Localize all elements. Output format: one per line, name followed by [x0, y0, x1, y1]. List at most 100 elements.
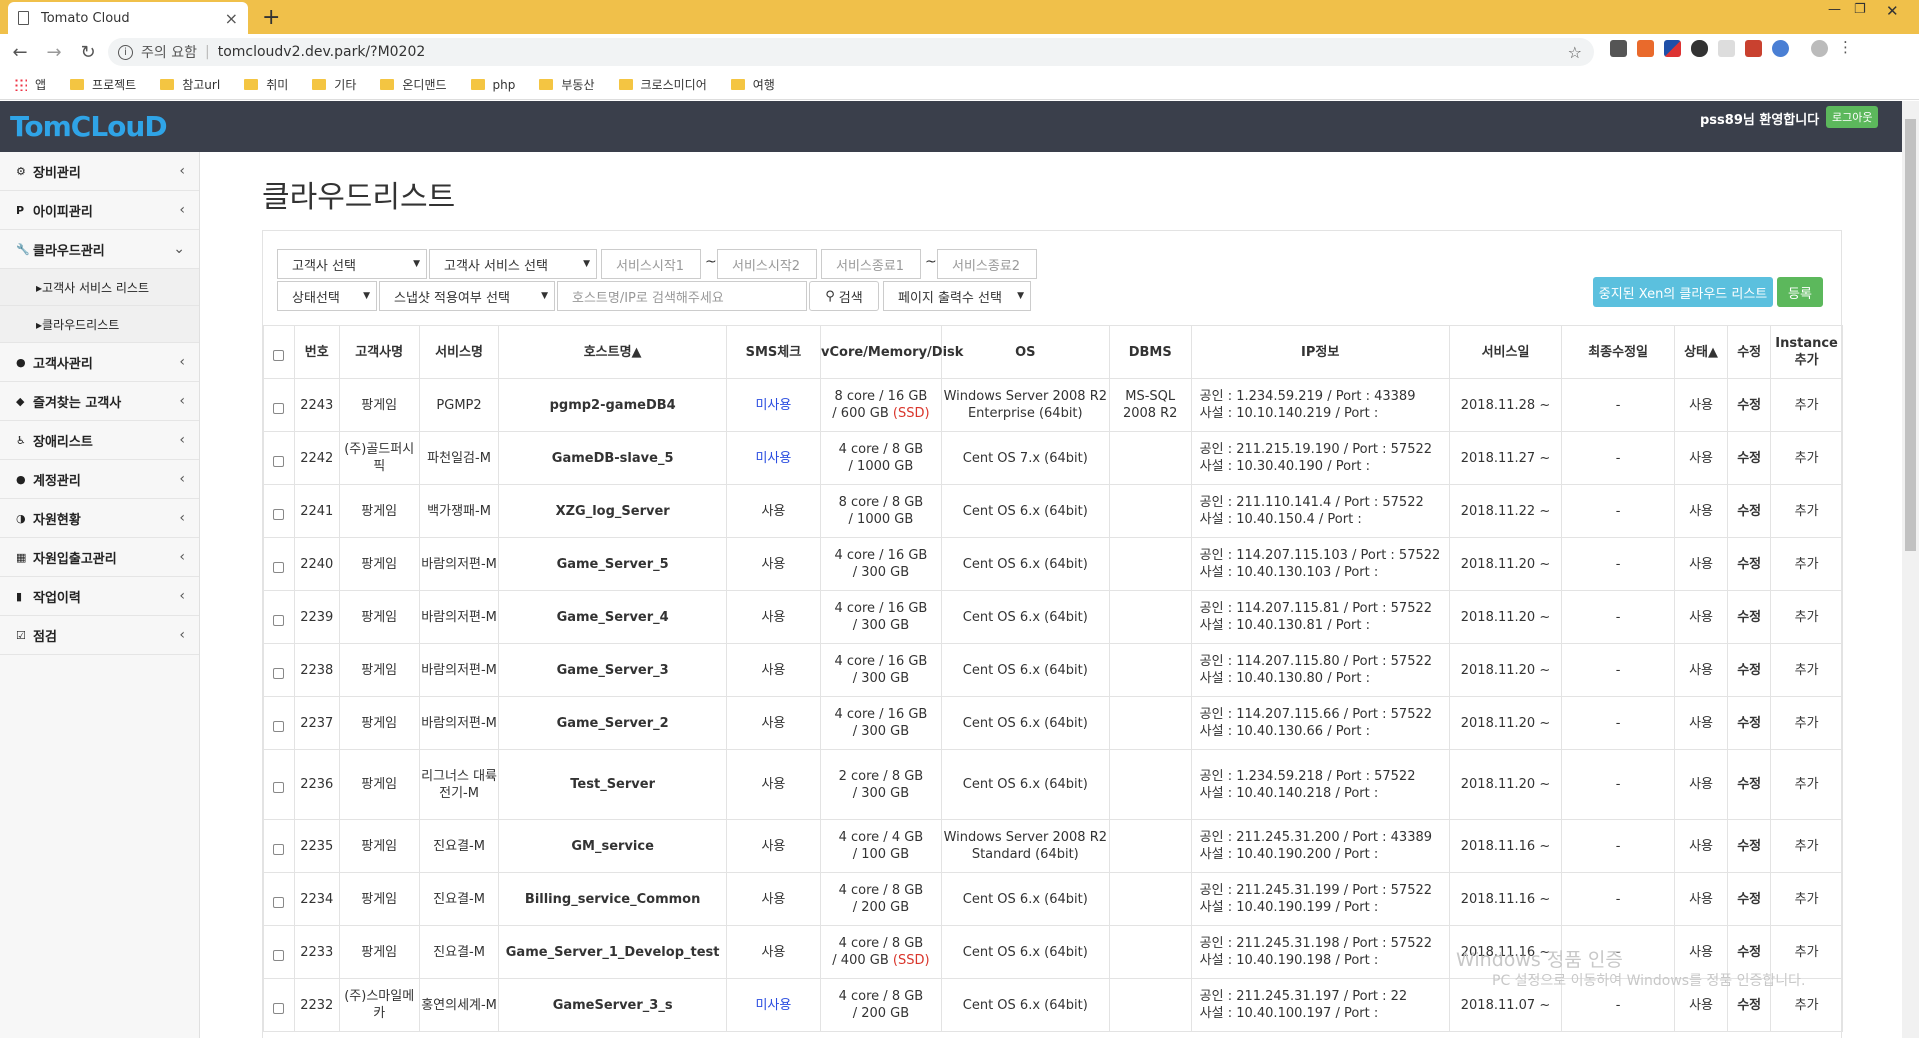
url-text[interactable]: tomcloudv2.dev.park/?M0202: [218, 44, 426, 60]
edit-button[interactable]: 수정: [1727, 590, 1772, 644]
scrollbar-thumb[interactable]: [1905, 119, 1916, 551]
service-start1-input[interactable]: 서비스시작1: [601, 249, 701, 279]
bookmark-folder[interactable]: 부동산: [539, 76, 595, 93]
forward-icon[interactable]: →: [40, 42, 68, 63]
page-size-select[interactable]: 페이지 출력수 선택 ▼: [883, 281, 1031, 311]
table-row[interactable]: 2237 팡게임 바람의저편-M Game_Server_2 사용 4 core / 16…: [263, 696, 1843, 750]
sidebar-item-cloud[interactable]: 🔧 클라우드관리 ⌄: [0, 230, 199, 269]
sidebar-item-history[interactable]: ▮ 작업이력 ‹: [0, 577, 199, 616]
row-checkbox-cell[interactable]: [263, 925, 295, 979]
logout-button[interactable]: 로그아웃: [1826, 106, 1879, 128]
checkbox-icon[interactable]: [273, 720, 285, 732]
sidebar-item-equipment[interactable]: ⚙ 장비관리 ‹: [0, 152, 199, 191]
search-button[interactable]: ⚲ 검색: [809, 281, 879, 311]
row-checkbox-cell[interactable]: [263, 872, 295, 926]
bookmark-folder[interactable]: 참고url: [160, 76, 220, 93]
register-button[interactable]: 등록: [1777, 277, 1823, 307]
bookmark-star-icon[interactable]: ☆: [1568, 43, 1582, 62]
checkbox-icon[interactable]: [273, 1002, 285, 1014]
customer-select[interactable]: 고객사 선택 ▼: [277, 249, 427, 279]
service-start2-input[interactable]: 서비스시작2: [717, 249, 817, 279]
add-instance-button[interactable]: 추가: [1770, 378, 1843, 432]
cell-hostname[interactable]: Game_Server_3: [498, 643, 727, 697]
table-row[interactable]: 2235 팡게임 진요결-M GM_service 사용 4 core / 4 GB/ 1…: [263, 819, 1843, 873]
info-icon[interactable]: i: [118, 44, 133, 60]
page-scrollbar[interactable]: [1902, 101, 1919, 1038]
cell-hostname[interactable]: Test_Server: [498, 749, 727, 820]
service-end2-input[interactable]: 서비스종료2: [937, 249, 1037, 279]
bookmark-folder[interactable]: 여행: [730, 76, 775, 93]
browser-tab[interactable]: Tomato Cloud ×: [8, 2, 248, 34]
table-row[interactable]: 2236 팡게임 리그너스 대륙전기-M Test_Server 사용 2 core / …: [263, 749, 1843, 820]
row-checkbox-cell[interactable]: [263, 537, 295, 591]
bookmark-folder[interactable]: 크로스미디어: [618, 76, 707, 93]
checkbox-icon[interactable]: [273, 561, 285, 573]
status-select[interactable]: 상태선택 ▼: [277, 281, 377, 311]
add-instance-button[interactable]: 추가: [1770, 643, 1843, 697]
sidebar-subitem-customer-services[interactable]: ▸고객사 서비스 리스트: [0, 269, 199, 306]
table-row[interactable]: 2234 팡게임 진요결-M Billing_service_Common 사용 4 co…: [263, 872, 1843, 926]
select-all-checkbox[interactable]: [263, 325, 295, 379]
edit-button[interactable]: 수정: [1727, 696, 1772, 750]
add-instance-button[interactable]: 추가: [1770, 590, 1843, 644]
edit-button[interactable]: 수정: [1727, 819, 1772, 873]
row-checkbox-cell[interactable]: [263, 978, 295, 1032]
row-checkbox-cell[interactable]: [263, 431, 295, 485]
service-select[interactable]: 고객사 서비스 선택 ▼: [429, 249, 597, 279]
cell-hostname[interactable]: GM_service: [498, 819, 727, 873]
cell-hostname[interactable]: Billing_service_Common: [498, 872, 727, 926]
column-header-sortable[interactable]: 상태▲: [1673, 325, 1729, 379]
table-row[interactable]: 2240 팡게임 바람의저편-M Game_Server_5 사용 4 core / 16…: [263, 537, 1843, 591]
stopped-xen-list-button[interactable]: 중지된 Xen의 클라우드 리스트: [1593, 277, 1773, 307]
close-window-icon[interactable]: ✕: [1886, 2, 1899, 20]
sidebar-item-incidents[interactable]: ♿ 장애리스트 ‹: [0, 421, 199, 460]
add-instance-button[interactable]: 추가: [1770, 819, 1843, 873]
sidebar-item-inventory[interactable]: ▦ 자원입출고관리 ‹: [0, 538, 199, 577]
cell-hostname[interactable]: GameDB-slave_5: [498, 431, 727, 485]
extension-icon[interactable]: [1745, 40, 1762, 57]
menu-icon[interactable]: ⋮: [1838, 40, 1855, 57]
checkbox-icon[interactable]: [273, 455, 285, 467]
checkbox-icon[interactable]: [273, 896, 285, 908]
cell-hostname[interactable]: GameServer_3_s: [498, 978, 727, 1032]
checkbox-icon[interactable]: [273, 843, 285, 855]
add-instance-button[interactable]: 추가: [1770, 484, 1843, 538]
table-row[interactable]: 2238 팡게임 바람의저편-M Game_Server_3 사용 4 core / 16…: [263, 643, 1843, 697]
row-checkbox-cell[interactable]: [263, 749, 295, 820]
bookmark-folder[interactable]: 온디맨드: [380, 76, 447, 93]
edit-button[interactable]: 수정: [1727, 643, 1772, 697]
extension-icon[interactable]: [1610, 40, 1627, 57]
edit-button[interactable]: 수정: [1727, 872, 1772, 926]
sidebar-item-ip[interactable]: P 아이피관리 ‹: [0, 191, 199, 230]
checkbox-icon[interactable]: [273, 949, 285, 961]
table-row[interactable]: 2242 (주)골드퍼시픽 파천일검-M GameDB-slave_5 미사용 4 cor…: [263, 431, 1843, 485]
cell-hostname[interactable]: pgmp2-gameDB4: [498, 378, 727, 432]
sidebar-item-accounts[interactable]: ● 계정관리 ‹: [0, 460, 199, 499]
bookmark-folder[interactable]: 프로젝트: [70, 76, 136, 93]
extension-icon[interactable]: [1772, 40, 1789, 57]
extension-icon[interactable]: [1637, 40, 1654, 57]
sidebar-item-inspection[interactable]: ☑ 점검 ‹: [0, 616, 199, 655]
add-instance-button[interactable]: 추가: [1770, 431, 1843, 485]
profile-icon[interactable]: [1811, 40, 1828, 57]
row-checkbox-cell[interactable]: [263, 590, 295, 644]
bookmark-apps[interactable]: 앱: [14, 76, 46, 93]
column-header-sortable[interactable]: 호스트명▲: [498, 325, 727, 379]
bookmark-folder[interactable]: 취미: [244, 76, 288, 93]
add-instance-button[interactable]: 추가: [1770, 696, 1843, 750]
cell-hostname[interactable]: XZG_log_Server: [498, 484, 727, 538]
cell-hostname[interactable]: Game_Server_5: [498, 537, 727, 591]
reload-icon[interactable]: ↻: [74, 42, 102, 63]
service-end1-input[interactable]: 서비스종료1: [821, 249, 921, 279]
extension-icon[interactable]: [1664, 40, 1681, 57]
table-row[interactable]: 2239 팡게임 바람의저편-M Game_Server_4 사용 4 core / 16…: [263, 590, 1843, 644]
app-logo[interactable]: TomCLouD: [10, 110, 168, 143]
add-instance-button[interactable]: 추가: [1770, 749, 1843, 820]
restore-icon[interactable]: ❐: [1854, 2, 1866, 17]
checkbox-icon[interactable]: [273, 508, 285, 520]
new-tab-button[interactable]: +: [262, 5, 280, 30]
row-checkbox-cell[interactable]: [263, 484, 295, 538]
sidebar-item-customers[interactable]: ● 고객사관리 ‹: [0, 343, 199, 382]
checkbox-icon[interactable]: [273, 667, 285, 679]
cell-hostname[interactable]: Game_Server_4: [498, 590, 727, 644]
